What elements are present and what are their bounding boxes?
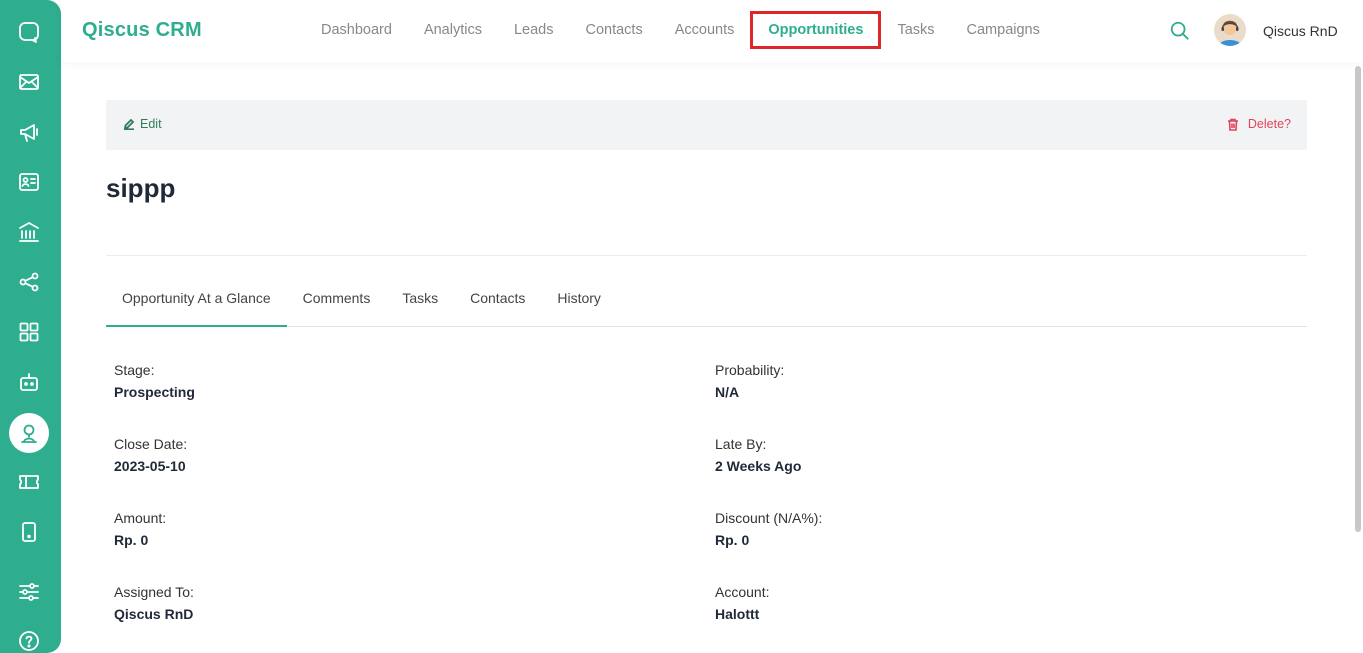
mail-icon[interactable] — [11, 64, 47, 100]
tab-tasks[interactable]: Tasks — [386, 278, 454, 326]
chat-icon[interactable] — [11, 14, 47, 50]
field-assigned-to: Assigned To: Qiscus RnD — [114, 584, 194, 622]
nav-accounts[interactable]: Accounts — [659, 11, 751, 49]
avatar[interactable] — [1214, 14, 1246, 46]
field-label: Probability: — [715, 362, 785, 378]
mobile-icon[interactable] — [11, 514, 47, 550]
detail-tabs: Opportunity At a Glance Comments Tasks C… — [106, 278, 1307, 327]
field-label: Close Date: — [114, 436, 188, 452]
ticket-icon[interactable] — [11, 464, 47, 500]
sidebar-rail — [0, 0, 61, 653]
share-icon[interactable] — [11, 264, 47, 300]
field-label: Stage: — [114, 362, 155, 378]
field-value[interactable]: Qiscus RnD — [114, 606, 194, 622]
field-stage: Stage: Prospecting — [114, 362, 195, 400]
field-label: Late By: — [715, 436, 767, 452]
crm-app: Qiscus CRM Dashboard Analytics Leads Con… — [0, 0, 1363, 653]
field-account: Account: Halottt — [715, 584, 769, 622]
nav-opportunities[interactable]: Opportunities — [750, 11, 882, 49]
field-value: N/A — [715, 384, 740, 400]
page-title: sippp — [106, 173, 176, 203]
search-icon[interactable] — [1169, 20, 1191, 42]
tab-comments[interactable]: Comments — [287, 278, 387, 326]
field-label: Account: — [715, 584, 770, 600]
field-value: Rp. 0 — [715, 532, 750, 548]
field-value: Prospecting — [114, 384, 195, 400]
settings-sliders-icon[interactable] — [11, 574, 47, 610]
nav-contacts[interactable]: Contacts — [569, 11, 658, 49]
user-name[interactable]: Qiscus RnD — [1263, 23, 1338, 39]
trash-icon — [1227, 118, 1238, 131]
delete-button[interactable]: Delete? — [1227, 117, 1291, 131]
divider — [106, 255, 1307, 256]
main-nav: Dashboard Analytics Leads Contacts Accou… — [305, 10, 1056, 50]
tab-contacts[interactable]: Contacts — [454, 278, 541, 326]
field-discount: Discount (N/A%): Rp. 0 — [715, 510, 822, 548]
bank-icon[interactable] — [11, 214, 47, 250]
tab-history[interactable]: History — [541, 278, 617, 326]
nav-analytics[interactable]: Analytics — [408, 11, 498, 49]
field-probability: Probability: N/A — [715, 362, 784, 400]
field-label: Assigned To: — [114, 584, 194, 600]
bot-icon[interactable] — [11, 364, 47, 400]
field-amount: Amount: Rp. 0 — [114, 510, 166, 548]
brand-logo[interactable]: Qiscus CRM — [82, 19, 202, 42]
tab-opportunity-at-a-glance[interactable]: Opportunity At a Glance — [106, 278, 287, 327]
help-icon[interactable] — [11, 623, 47, 653]
contact-card-icon[interactable] — [11, 164, 47, 200]
field-late-by: Late By: 2 Weeks Ago — [715, 436, 801, 474]
delete-label: Delete? — [1247, 117, 1291, 131]
field-label: Amount: — [114, 510, 167, 526]
nav-dashboard[interactable]: Dashboard — [305, 11, 408, 49]
nav-tasks[interactable]: Tasks — [881, 11, 950, 49]
edit-button[interactable]: Edit — [123, 117, 162, 131]
field-value: 2 Weeks Ago — [715, 458, 802, 474]
scrollbar[interactable] — [1355, 66, 1361, 532]
action-bar: Edit Delete? — [106, 100, 1307, 150]
crm-person-icon[interactable] — [9, 413, 49, 453]
megaphone-icon[interactable] — [11, 114, 47, 150]
field-label: Discount (N/A%): — [715, 510, 823, 526]
top-header: Qiscus CRM Dashboard Analytics Leads Con… — [61, 0, 1363, 62]
apps-grid-icon[interactable] — [11, 314, 47, 350]
pencil-icon — [123, 118, 135, 130]
field-value: Rp. 0 — [114, 532, 149, 548]
nav-leads[interactable]: Leads — [498, 11, 570, 49]
field-close-date: Close Date: 2023-05-10 — [114, 436, 187, 474]
nav-campaigns[interactable]: Campaigns — [951, 11, 1056, 49]
field-value[interactable]: Halottt — [715, 606, 769, 622]
edit-label: Edit — [140, 117, 162, 131]
field-value: 2023-05-10 — [114, 458, 186, 474]
